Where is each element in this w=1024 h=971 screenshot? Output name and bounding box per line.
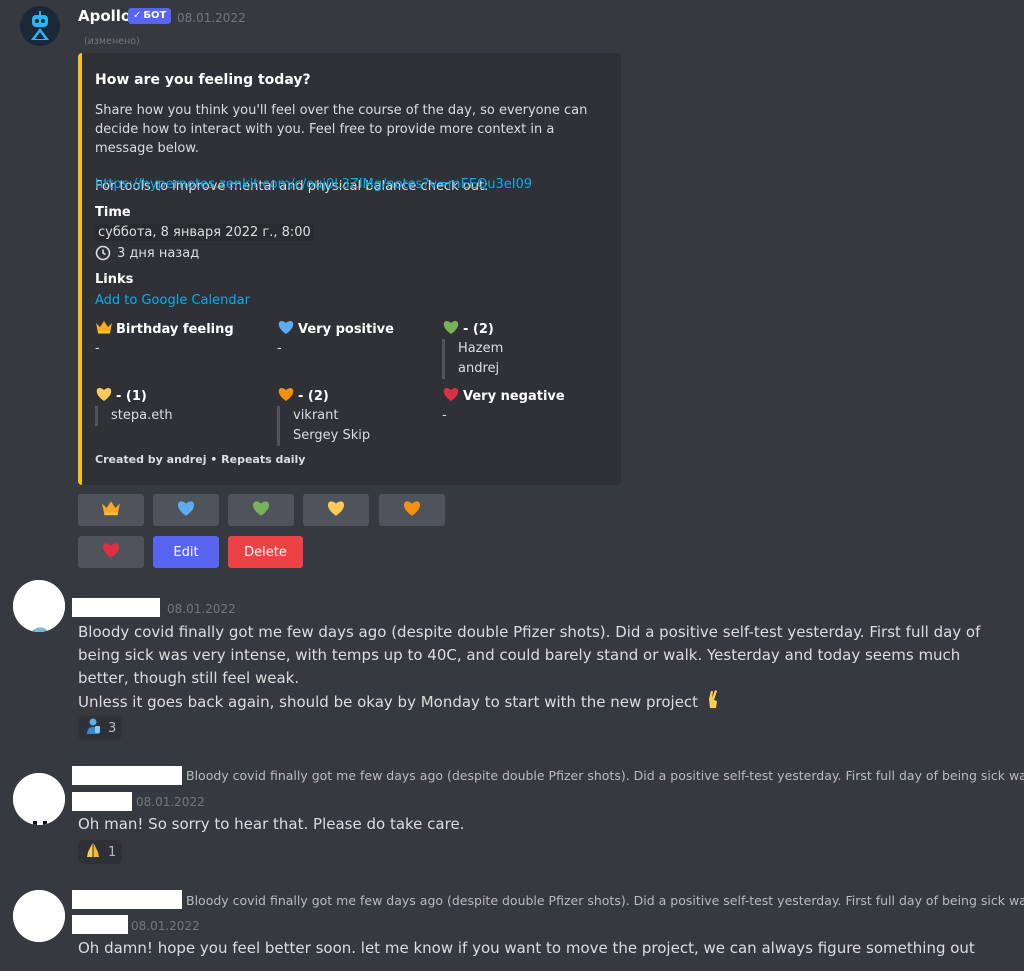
message-text-2: Unless it goes back again, should be oka… (78, 693, 699, 711)
yellow-heart-icon (95, 386, 113, 406)
user-name: Sergey Skip (293, 428, 371, 443)
orange-heart-icon (402, 499, 422, 521)
field-very-negative: Very negative (442, 386, 565, 406)
reply-redacted-username[interactable] (72, 890, 182, 909)
field-users-quote: Hazem andrej (442, 339, 503, 379)
time-relative: 3 дня назад (95, 245, 199, 261)
crown-icon (95, 319, 113, 339)
yellow-heart-icon (326, 499, 346, 521)
field-value: - (442, 408, 447, 423)
field-value: - (95, 341, 100, 356)
blue-heart-icon (176, 499, 196, 521)
message-text: Bloody covid finally got me few days ago… (78, 623, 981, 687)
field-green-heart: - (2) (442, 319, 494, 339)
blue-heart-icon (277, 319, 295, 339)
bot-tag-label: БОТ (143, 10, 167, 21)
delete-button[interactable]: Delete (228, 536, 303, 568)
links-label: Links (95, 272, 134, 287)
red-heart-icon (442, 386, 460, 406)
green-heart-icon (442, 319, 460, 339)
check-icon: ✓ (133, 10, 142, 21)
field-very-positive: Very positive (277, 319, 394, 339)
message-text: Oh damn! hope you feel better soon. let … (78, 939, 975, 957)
user-avatar[interactable] (13, 580, 65, 632)
user-avatar[interactable] (13, 890, 65, 942)
field-name-text: Very negative (463, 388, 565, 404)
crown-icon (101, 499, 121, 521)
google-calendar-link[interactable]: Add to Google Calendar (95, 293, 250, 308)
folded-hands-icon (84, 841, 102, 863)
field-birthday-feeling: Birthday feeling (95, 319, 234, 339)
hypernotes-link[interactable]: https://hypernotes.zenkit.com/c/ouj0L3ZI… (95, 177, 532, 192)
field-name-text: - (2) (463, 321, 494, 337)
field-users-quote: vikrant Sergey Skip (277, 406, 370, 446)
edit-button[interactable]: Edit (153, 536, 219, 568)
time-label: Time (95, 205, 131, 220)
redacted-username[interactable] (72, 598, 160, 617)
author-name[interactable]: Apollo (78, 7, 131, 25)
reply-preview[interactable]: Bloody covid finally got me few days ago… (186, 768, 1024, 783)
message-timestamp: 08.01.2022 (131, 919, 200, 933)
vote-red-heart-button[interactable] (78, 536, 144, 568)
reaction-count: 1 (108, 844, 117, 860)
field-value: - (277, 341, 282, 356)
reaction-chip[interactable]: 1 (78, 840, 123, 864)
field-name-text: Birthday feeling (116, 321, 234, 337)
embed-footer: Created by andrej • Repeats daily (95, 453, 306, 466)
red-heart-icon (101, 541, 121, 563)
edited-label: (изменено) (84, 36, 140, 47)
user-name: vikrant (293, 408, 339, 423)
field-yellow-heart: - (1) (95, 386, 147, 406)
user-name: andrej (458, 361, 500, 376)
vote-crown-button[interactable] (78, 494, 144, 526)
field-users-quote: stepa.eth (95, 406, 173, 426)
vote-orange-heart-button[interactable] (379, 494, 445, 526)
time-value-text: суббота, 8 января 2022 г., 8:00 (95, 224, 314, 241)
reply-redacted-username[interactable] (72, 766, 182, 785)
user-name: stepa.eth (111, 408, 173, 423)
vote-blue-heart-button[interactable] (153, 494, 219, 526)
vote-green-heart-button[interactable] (228, 494, 294, 526)
message-text: Oh man! So sorry to hear that. Please do… (78, 815, 465, 833)
time-relative-text: 3 дня назад (117, 245, 200, 261)
redacted-username[interactable] (72, 792, 132, 811)
apollo-avatar[interactable] (20, 6, 60, 46)
crossed-fingers-icon (704, 689, 722, 716)
embed-title: How are you feeling today? (95, 72, 311, 88)
message-timestamp: 08.01.2022 (136, 795, 205, 809)
bot-tag: ✓ БОТ (128, 8, 172, 24)
green-heart-icon (251, 499, 271, 521)
orange-heart-icon (277, 386, 295, 406)
redacted-username[interactable] (72, 915, 128, 934)
user-name: Hazem (458, 341, 504, 356)
reaction-chip[interactable]: 3 (78, 716, 123, 740)
user-avatar[interactable] (13, 773, 65, 825)
message-text-line: Unless it goes back again, should be oka… (78, 689, 722, 716)
person-icon (84, 717, 102, 739)
field-name-text: - (2) (298, 388, 329, 404)
reply-preview[interactable]: Bloody covid finally got me few days ago… (186, 893, 1024, 908)
time-value: суббота, 8 января 2022 г., 8:00 (95, 224, 314, 241)
field-orange-heart: - (2) (277, 386, 329, 406)
field-name-text: Very positive (298, 321, 394, 337)
clock-icon (95, 245, 111, 261)
field-name-text: - (1) (116, 388, 147, 404)
message-timestamp: 08.01.2022 (167, 602, 236, 616)
vote-yellow-heart-button[interactable] (303, 494, 369, 526)
message-timestamp: 08.01.2022 (177, 11, 246, 25)
reaction-count: 3 (108, 720, 117, 736)
